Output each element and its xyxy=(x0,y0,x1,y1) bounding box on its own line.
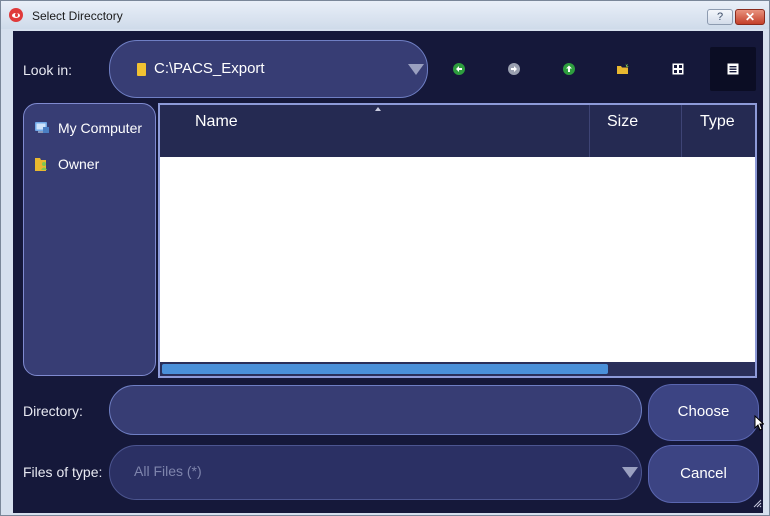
file-list-header: Name Size Type xyxy=(160,105,755,157)
chevron-down-icon xyxy=(622,467,638,478)
detail-view-icon xyxy=(726,62,740,76)
horizontal-scrollbar[interactable] xyxy=(160,362,755,376)
places-sidebar: My Computer Owner xyxy=(23,103,156,376)
scrollbar-thumb[interactable] xyxy=(162,364,608,374)
directory-input[interactable] xyxy=(109,385,642,435)
column-divider[interactable] xyxy=(681,105,682,157)
dialog-body: Look in: C:\PACS_Export My Computer Owne… xyxy=(13,31,763,513)
look-in-label: Look in: xyxy=(23,62,73,78)
look-in-path: C:\PACS_Export xyxy=(154,60,265,77)
app-eye-icon xyxy=(9,8,23,22)
close-button[interactable]: ✕ xyxy=(735,9,765,25)
file-type-value: All Files (*) xyxy=(134,463,202,479)
title-bar[interactable]: Select Direcctory ? ✕ xyxy=(1,1,769,29)
cancel-button[interactable]: Cancel xyxy=(648,445,759,503)
look-in-combo[interactable]: C:\PACS_Export xyxy=(109,40,428,98)
detail-view-button[interactable] xyxy=(710,47,756,91)
column-size[interactable]: Size xyxy=(607,113,638,131)
help-button[interactable]: ? xyxy=(707,9,733,25)
sort-ascending-icon xyxy=(375,107,381,111)
resize-grip-icon[interactable] xyxy=(752,498,762,508)
folder-icon xyxy=(137,63,146,76)
choose-button[interactable]: Choose xyxy=(648,384,759,441)
list-view-icon[interactable] xyxy=(671,62,685,76)
file-type-combo[interactable]: All Files (*) xyxy=(109,445,642,500)
user-folder-icon xyxy=(34,156,50,172)
chevron-down-icon xyxy=(408,64,424,75)
back-icon[interactable] xyxy=(452,62,466,76)
column-divider[interactable] xyxy=(589,105,590,157)
place-my-computer[interactable]: My Computer xyxy=(34,120,142,136)
files-of-type-label: Files of type: xyxy=(23,464,103,480)
new-folder-icon[interactable] xyxy=(616,62,630,76)
mouse-cursor-icon xyxy=(754,415,764,431)
up-icon[interactable] xyxy=(562,62,576,76)
computer-icon xyxy=(34,120,50,136)
select-directory-dialog: Select Direcctory ? ✕ Look in: C:\PACS_E… xyxy=(0,0,770,516)
window-title: Select Direcctory xyxy=(32,9,123,23)
place-owner[interactable]: Owner xyxy=(34,156,99,172)
column-type[interactable]: Type xyxy=(700,113,735,131)
place-label: My Computer xyxy=(58,120,143,136)
directory-label: Directory: xyxy=(23,403,83,419)
file-list[interactable]: Name Size Type xyxy=(158,103,757,378)
column-name[interactable]: Name xyxy=(195,113,238,131)
place-label: Owner xyxy=(58,156,100,172)
forward-icon[interactable] xyxy=(507,62,521,76)
